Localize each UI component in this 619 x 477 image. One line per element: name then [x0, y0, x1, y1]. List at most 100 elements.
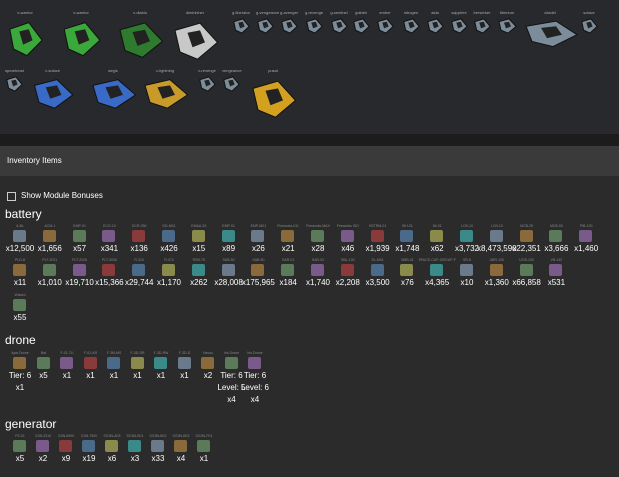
ship-icon [33, 79, 74, 109]
item-label: Iris Drone [247, 351, 263, 355]
ship-icon [92, 79, 137, 109]
item-icon [102, 264, 116, 276]
ship-card[interactable]: aida [426, 10, 444, 35]
inventory-panel [0, 176, 619, 477]
ship-card[interactable]: citadel [520, 10, 580, 50]
item-icon [370, 264, 384, 276]
item-icon [430, 264, 444, 276]
item-icon [430, 230, 444, 242]
item-icon [107, 357, 120, 369]
ship-name: v-revenge [198, 68, 216, 73]
ship-icon [306, 18, 323, 34]
item-icon [340, 264, 354, 276]
ship-name: v-warrior [17, 10, 33, 15]
item-icon [151, 440, 164, 452]
category-battery: battery [5, 207, 42, 221]
ship-card[interactable]: g-sentinel [330, 10, 348, 35]
ship-card[interactable]: diminisher [170, 10, 220, 64]
ship-icon [498, 18, 517, 34]
ship-name: solace [583, 10, 595, 15]
item-icon [82, 440, 95, 452]
inventory-item[interactable]: SG3N-P01 x1 [187, 434, 221, 476]
item-icon [224, 357, 238, 369]
item-icon [197, 440, 210, 452]
item-count: x1,460 [574, 244, 599, 253]
inventory-title: Inventory Items [7, 156, 62, 165]
item-icon [221, 264, 235, 276]
ship-card[interactable]: sapphire [450, 10, 468, 35]
item-icon [13, 230, 26, 242]
ship-card[interactable]: v-revenge [198, 68, 216, 93]
item-icon [42, 230, 56, 242]
ship-name: pusat [268, 68, 278, 73]
divider [0, 134, 619, 146]
ship-card[interactable]: g-vengeance [256, 10, 279, 35]
item-icon [281, 230, 295, 242]
ship-card[interactable]: goliath [352, 10, 370, 35]
ship-card[interactable]: g-avenger [280, 10, 298, 35]
ship-name: spearhead [5, 68, 24, 73]
item-icon [36, 440, 49, 452]
item-icon [460, 230, 473, 242]
ship-name: g-revenge [305, 10, 324, 15]
item-icon [191, 230, 205, 242]
ship-icon [257, 18, 274, 34]
item-icon [102, 230, 116, 242]
ship-icon [377, 18, 394, 34]
item-icon [281, 264, 295, 276]
item-icon [162, 264, 175, 276]
item-label: SG3N-P01 [195, 434, 213, 438]
item-level: Level: 6 [240, 383, 270, 392]
ship-card[interactable]: berserker [473, 10, 491, 35]
ship-card[interactable]: v-warrior [6, 10, 44, 60]
ship-card[interactable]: ember [376, 10, 394, 35]
ship-card[interactable]: v-lightning [140, 68, 190, 112]
inventory-item[interactable]: Iris Drone Tier: 6 Level: 6 x4 [238, 351, 272, 404]
item-icon [221, 230, 235, 242]
ship-card[interactable]: spearhead [5, 68, 24, 93]
ship-name: ember [379, 10, 391, 15]
ship-card[interactable]: pusat [248, 68, 298, 122]
item-icon [311, 264, 324, 276]
ship-card[interactable]: aegis [88, 68, 138, 112]
item-count: x531 [547, 278, 566, 287]
ship-name: diminisher [185, 10, 205, 15]
item-icon [519, 230, 533, 242]
item-icon [191, 264, 205, 276]
inventory-item[interactable]: Wizard x55 [3, 293, 37, 335]
ship-name: berserker [473, 10, 491, 15]
ship-card[interactable]: v-diablo [115, 10, 165, 62]
ship-icon [474, 18, 491, 34]
ship-icon [9, 22, 43, 57]
show-module-bonuses-label: Show Module Bonuses [21, 191, 103, 200]
ship-icon [525, 20, 579, 48]
item-icon [201, 357, 214, 369]
ship-card[interactable]: nitrogen [402, 10, 420, 35]
ship-icon [581, 18, 598, 34]
item-icon [248, 357, 261, 369]
item-icon [177, 357, 191, 369]
show-module-bonuses-checkbox[interactable] [7, 192, 16, 201]
ship-icon [427, 18, 444, 34]
ship-card[interactable]: v-warrior [60, 10, 102, 60]
ship-card[interactable]: vengeance [222, 68, 242, 93]
ship-card[interactable]: tiberium [497, 10, 517, 35]
item-icon [400, 230, 414, 242]
ship-card[interactable]: g-liberator [232, 10, 250, 35]
ship-card[interactable]: g-revenge [305, 10, 323, 35]
ship-icon [252, 80, 297, 118]
item-icon [340, 230, 354, 242]
ship-name: citadel [544, 10, 556, 15]
ship-icon [119, 22, 164, 58]
inventory-item[interactable]: VB-142 x531 [539, 258, 573, 300]
ship-card[interactable]: v-solace [30, 68, 75, 112]
item-icon [13, 357, 26, 369]
ship-icon [451, 18, 468, 34]
item-icon [83, 357, 97, 369]
ship-card[interactable]: solace [580, 10, 598, 35]
item-icon [400, 264, 414, 276]
ship-name: sapphire [451, 10, 467, 15]
item-icon [128, 440, 141, 452]
ship-name: g-sentinel [330, 10, 348, 15]
ship-icon [144, 79, 189, 109]
